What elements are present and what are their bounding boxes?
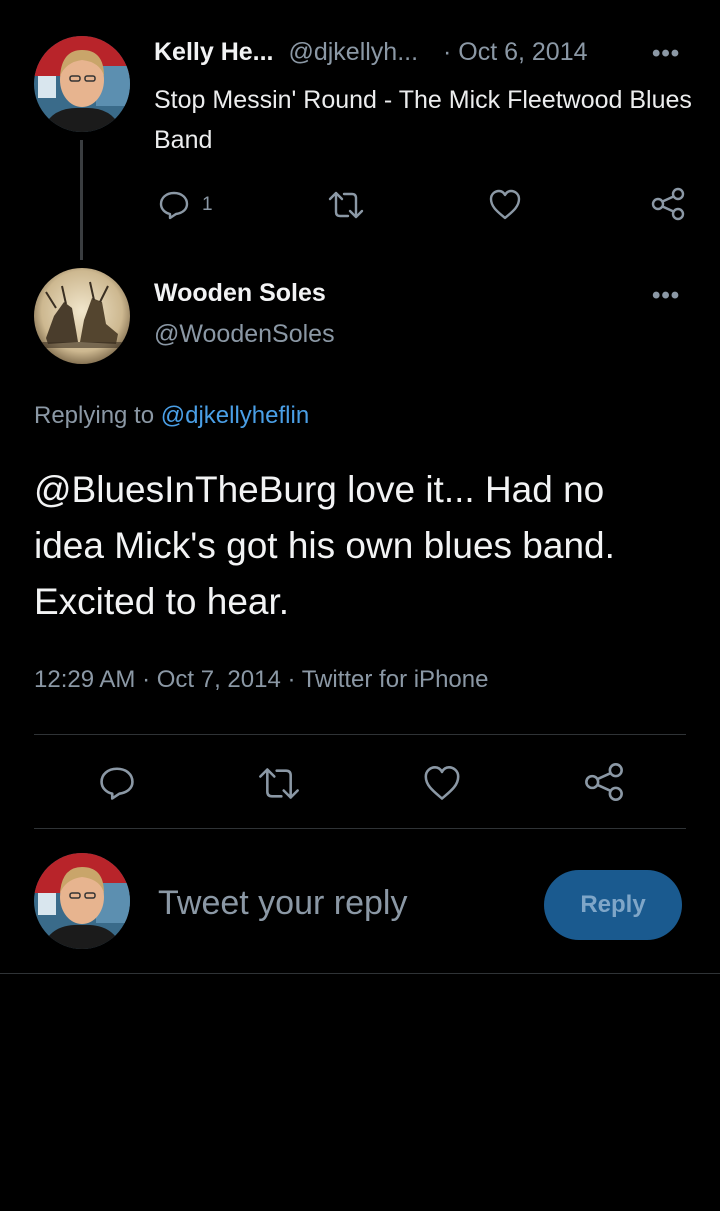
thread-connector-line [80, 140, 83, 260]
tweet-thread-page: Kelly He... @djkellyh... · Oct 6, 2014 •… [0, 0, 720, 1211]
share-icon [584, 762, 624, 802]
parent-author-name[interactable]: Kelly He... [154, 38, 274, 66]
main-share-button[interactable] [584, 762, 624, 802]
like-icon [488, 189, 522, 221]
main-retweet-button[interactable] [258, 766, 300, 801]
main-tweet-text: @BluesInTheBurg love it... Had no idea M… [34, 469, 615, 622]
parent-share-button[interactable] [651, 187, 685, 221]
retweet-icon [328, 190, 364, 220]
parent-reply-button[interactable]: 1 [158, 189, 213, 221]
parent-author-avatar[interactable] [34, 36, 130, 132]
like-icon [422, 765, 462, 802]
main-author-avatar[interactable] [34, 268, 130, 364]
parent-tweet-text: Stop Messin' Round - The Mick Fleetwood … [154, 86, 692, 154]
reply-icon [98, 764, 136, 802]
replying-to-line: Replying to @djkellyheflin [34, 402, 309, 430]
parent-tweet-date[interactable]: · Oct 6, 2014 [443, 38, 588, 66]
main-reply-button[interactable] [98, 764, 136, 802]
retweet-icon [258, 766, 300, 801]
reply-button[interactable]: Reply [544, 870, 682, 940]
composer-user-avatar[interactable] [34, 853, 130, 949]
main-like-button[interactable] [422, 765, 462, 802]
replying-to-prefix: Replying to [34, 402, 161, 429]
tweet-reply-input[interactable]: Tweet your reply [158, 884, 407, 923]
main-tweet-timestamp[interactable]: 12:29 AM · Oct 7, 2014 · Twitter for iPh… [34, 666, 488, 694]
main-more-options-icon[interactable]: ••• [652, 282, 680, 310]
divider [34, 828, 686, 829]
divider [0, 973, 720, 974]
main-author-handle[interactable]: @WoodenSoles [154, 320, 335, 349]
parent-tweet-header: Kelly He... @djkellyh... · Oct 6, 2014 [154, 38, 588, 67]
parent-author-handle[interactable]: @djkellyh... [288, 38, 418, 66]
share-icon [651, 187, 685, 221]
divider [34, 734, 686, 735]
replying-to-link[interactable]: @djkellyheflin [161, 402, 309, 429]
parent-retweet-button[interactable] [328, 190, 364, 220]
parent-like-button[interactable] [488, 189, 522, 221]
parent-reply-count: 1 [202, 194, 213, 215]
main-author-name[interactable]: Wooden Soles [154, 279, 326, 308]
reply-icon [158, 189, 190, 221]
parent-more-options-icon[interactable]: ••• [652, 40, 680, 68]
